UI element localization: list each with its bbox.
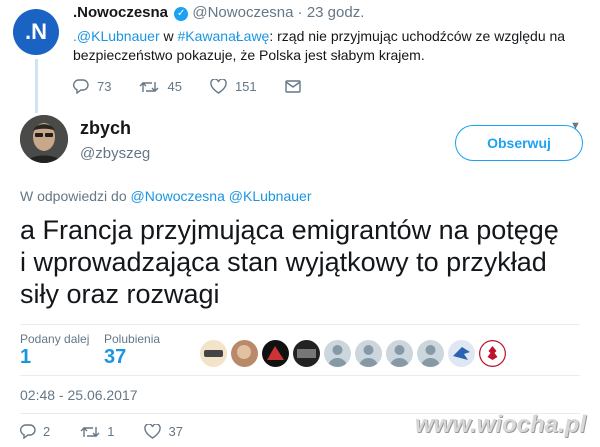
heart-icon bbox=[210, 79, 227, 94]
liker-avatar[interactable] bbox=[200, 340, 227, 367]
text-fragment: bezpieczeństwo pokazuje, że Polska jest … bbox=[73, 47, 425, 63]
liker-avatar[interactable] bbox=[355, 340, 382, 367]
hashtag-link[interactable]: #KawanaŁawę bbox=[178, 28, 270, 44]
tweet-timestamp[interactable]: 02:48 - 25.06.2017 bbox=[20, 387, 138, 403]
retweet-icon bbox=[139, 80, 159, 94]
liker-avatar[interactable] bbox=[262, 340, 289, 367]
thread-line bbox=[35, 59, 38, 113]
liker-avatar[interactable] bbox=[231, 340, 258, 367]
author-handle[interactable]: @zbyszeg bbox=[80, 145, 150, 162]
quoted-tweet-time[interactable]: · 23 godz. bbox=[298, 4, 365, 21]
divider bbox=[20, 375, 580, 376]
liker-avatar[interactable] bbox=[479, 340, 506, 367]
reply-prefix: W odpowiedzi do bbox=[20, 188, 131, 204]
retweet-button[interactable]: 45 bbox=[139, 79, 182, 94]
liker-avatar[interactable] bbox=[448, 340, 475, 367]
chevron-down-icon[interactable]: ▼ bbox=[570, 120, 581, 132]
reply-icon bbox=[20, 424, 36, 439]
reply-context: W odpowiedzi do @Nowoczesna @KLubnauer bbox=[20, 188, 311, 204]
quoted-tweet-text: .@KLubnauer w #KawanaŁawę: rząd nie przy… bbox=[73, 27, 593, 65]
reply-count: 2 bbox=[43, 424, 51, 439]
retweets-stat[interactable]: Podany dalej 1 bbox=[20, 332, 89, 369]
reply-button[interactable]: 2 bbox=[20, 424, 50, 439]
verified-badge-icon: ✓ bbox=[174, 7, 189, 21]
retweet-count: 45 bbox=[167, 79, 182, 94]
envelope-icon bbox=[284, 80, 301, 93]
follow-button[interactable]: Obserwuj bbox=[455, 125, 583, 161]
like-button[interactable]: 37 bbox=[144, 424, 183, 439]
likes-count: 37 bbox=[104, 346, 127, 368]
quoted-tweet-header: .Nowoczesna ✓ @Nowoczesna · 23 godz. bbox=[73, 4, 364, 21]
like-count: 151 bbox=[234, 79, 257, 94]
avatar-letter: .N bbox=[25, 19, 47, 44]
liker-avatar[interactable] bbox=[386, 340, 413, 367]
tweet-text-line: a Francja przyjmująca emigrantów na potę… bbox=[20, 215, 559, 245]
quoted-author-name[interactable]: .Nowoczesna bbox=[73, 4, 168, 21]
reply-button[interactable]: 73 bbox=[73, 79, 111, 94]
liker-avatar[interactable] bbox=[293, 340, 320, 367]
likers-avatars bbox=[200, 340, 510, 367]
reply-count: 73 bbox=[97, 79, 112, 94]
text-fragment: w bbox=[159, 28, 178, 44]
reply-icon bbox=[73, 79, 89, 94]
author-name[interactable]: zbych bbox=[80, 118, 131, 139]
likes-stat[interactable]: Polubienia 37 bbox=[104, 332, 160, 369]
watermark: www.wiocha.pl bbox=[414, 411, 586, 438]
retweets-label: Podany dalej bbox=[20, 332, 90, 346]
retweet-count: 1 bbox=[107, 424, 115, 439]
mention-link[interactable]: .@KLubnauer bbox=[73, 28, 160, 44]
like-button[interactable]: 151 bbox=[210, 79, 257, 94]
likes-label: Polubienia bbox=[104, 332, 161, 346]
tweet-text-line: i wprowadzająca stan wyjątkowy to przykł… bbox=[20, 247, 547, 277]
tweet-text-line: siły oraz rozwagi bbox=[20, 279, 220, 309]
text-fragment: : rząd nie przyjmując uchodźców ze wzglę… bbox=[269, 28, 566, 44]
quoted-author-handle[interactable]: @Nowoczesna bbox=[192, 4, 293, 21]
retweet-icon bbox=[80, 425, 100, 439]
reply-mentions[interactable]: @Nowoczesna @KLubnauer bbox=[131, 188, 312, 204]
message-button[interactable] bbox=[284, 80, 301, 93]
zbych-avatar[interactable] bbox=[20, 115, 68, 163]
heart-icon bbox=[144, 424, 162, 439]
quoted-tweet-actions: 73 45 151 bbox=[73, 79, 329, 94]
tweet-text: a Francja przyjmująca emigrantów na potę… bbox=[20, 214, 595, 310]
nowoczesna-avatar[interactable]: .N bbox=[13, 9, 59, 55]
divider bbox=[20, 324, 580, 325]
liker-avatar[interactable] bbox=[417, 340, 444, 367]
retweet-button[interactable]: 1 bbox=[80, 424, 114, 439]
liker-avatar[interactable] bbox=[324, 340, 351, 367]
retweets-count: 1 bbox=[20, 346, 32, 368]
like-count: 37 bbox=[168, 424, 183, 439]
tweet-actions: 2 1 37 bbox=[20, 424, 213, 439]
